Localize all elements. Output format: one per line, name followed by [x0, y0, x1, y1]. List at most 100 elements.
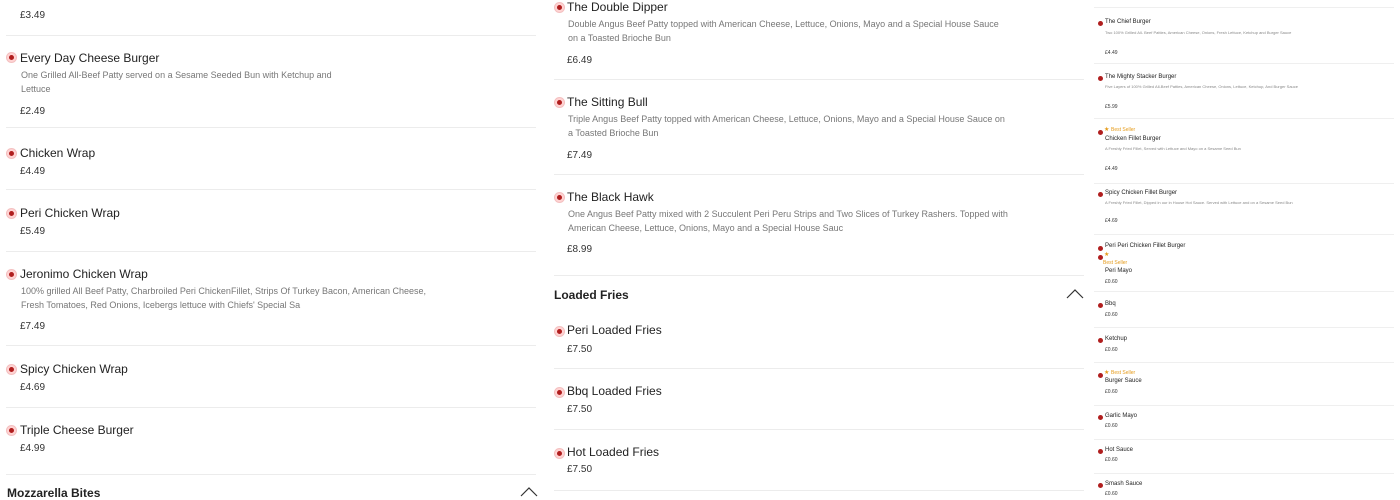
item-price: £7.50 [567, 464, 593, 475]
item-price: £3.49 [20, 10, 46, 21]
item-name: Ketchup [1105, 336, 1128, 342]
item-dot-icon [7, 426, 16, 435]
menu-item[interactable]: Ketchup £0.60 [1094, 328, 1394, 363]
menu-item[interactable]: ★ Best Seller Burger Sauce £0.60 [1094, 363, 1394, 406]
item-name: Garlic Mayo [1105, 413, 1138, 419]
item-price: £4.99 [20, 443, 46, 454]
item-dot-icon [1098, 449, 1103, 454]
item-description: A Freshly Fried Fillet, Served with Lett… [1105, 146, 1241, 151]
menu-item[interactable]: Bbq Loaded Fries £7.50 [554, 369, 1084, 430]
item-dot-icon [555, 327, 564, 336]
item-price: £0.60 [1105, 279, 1118, 285]
menu-column-left: £3.49 Every Day Cheese Burger One Grille… [0, 0, 540, 500]
item-price: £0.60 [1105, 491, 1118, 497]
item-description: Double Angus Beef Patty topped with Amer… [568, 19, 999, 43]
item-name: Peri Chicken Wrap [20, 206, 120, 220]
item-name: Peri Peri Chicken Fillet Burger [1105, 243, 1186, 249]
item-dot-icon [1098, 192, 1103, 197]
item-price: £0.60 [1105, 312, 1118, 318]
item-price: £2.49 [20, 106, 46, 117]
item-name: Spicy Chicken Fillet Burger [1105, 190, 1178, 196]
item-price: £7.50 [567, 344, 593, 355]
menu-item[interactable]: Chicken Wrap £4.49 [6, 128, 536, 190]
item-description: One Grilled All-Beef Patty served on a S… [21, 70, 332, 94]
item-price: £6.49 [567, 55, 593, 66]
chevron-up-icon[interactable] [520, 487, 538, 497]
item-name: Hot Loaded Fries [567, 445, 660, 459]
menu-item[interactable]: Spicy Chicken Fillet Burger A Freshly Fr… [1094, 184, 1394, 235]
item-name: The Chief Burger [1105, 19, 1151, 25]
menu-item[interactable]: Hot Sauce £0.60 [1094, 440, 1394, 474]
menu-item[interactable]: The Chief Burger Two 100% Grilled All- B… [1094, 8, 1394, 64]
chevron-up-icon[interactable] [1066, 289, 1084, 299]
menu-column-middle: The Double Dipper Double Angus Beef Patt… [548, 0, 1088, 500]
item-dot-icon [7, 270, 16, 279]
menu-item[interactable]: Every Day Cheese Burger One Grilled All-… [6, 36, 536, 128]
item-dot-icon [1098, 130, 1103, 135]
item-dot-icon [1098, 415, 1103, 420]
best-seller-badge: Best Seller [1111, 127, 1136, 133]
menu-item-partial[interactable]: £3.49 [6, 0, 536, 36]
item-dot-icon [7, 149, 16, 158]
item-dot-icon [1098, 21, 1103, 26]
item-price: £0.60 [1105, 457, 1118, 463]
item-price: £4.49 [20, 166, 46, 177]
item-price: £4.49 [1105, 50, 1118, 56]
item-name: Hot Sauce [1105, 447, 1134, 453]
item-dot-icon [555, 388, 564, 397]
item-price: £5.49 [20, 226, 46, 237]
item-name: Jeronimo Chicken Wrap [20, 267, 148, 281]
menu-item[interactable]: ★ Best Seller Chicken Fillet Burger A Fr… [1094, 119, 1394, 184]
menu-item-partial[interactable] [1094, 0, 1394, 8]
menu-item[interactable]: Triple Cheese Burger £4.99 [6, 408, 536, 475]
item-dot-icon [1098, 303, 1103, 308]
item-name: Triple Cheese Burger [20, 423, 134, 437]
item-dot-icon [7, 53, 16, 62]
best-seller-badge: Best Seller [1103, 260, 1128, 266]
item-name: Chicken Fillet Burger [1105, 136, 1161, 142]
item-price: £0.60 [1105, 347, 1118, 353]
menu-item[interactable]: Peri Chicken Wrap £5.49 [6, 190, 536, 252]
item-description: 100% grilled All Beef Patty, Charbroiled… [21, 286, 427, 310]
item-price: £7.49 [20, 321, 46, 332]
item-description: A Freshly Fried Fillet, Dipped in our in… [1105, 200, 1293, 205]
menu-item[interactable]: The Black Hawk One Angus Beef Patty mixe… [554, 175, 1084, 276]
menu-item[interactable]: The Sitting Bull Triple Angus Beef Patty… [554, 80, 1084, 175]
menu-item[interactable]: The Double Dipper Double Angus Beef Patt… [554, 0, 1084, 80]
menu-item[interactable]: Garlic Mayo £0.60 [1094, 406, 1394, 440]
item-dot-icon [555, 449, 564, 458]
menu-item[interactable]: Spicy Chicken Wrap £4.69 [6, 346, 536, 408]
menu-item[interactable]: Smash Sauce £0.60 [1094, 474, 1394, 500]
menu-item[interactable]: Peri Peri Chicken Fillet Burger ★ Best S… [1094, 235, 1394, 292]
section-title-loaded-fries[interactable]: Loaded Fries [554, 288, 629, 302]
item-description: Two 100% Grilled All- Beef Patties, Amer… [1105, 30, 1292, 35]
menu-item[interactable]: Jeronimo Chicken Wrap 100% grilled All B… [6, 252, 536, 346]
item-price: £4.69 [1105, 218, 1118, 224]
item-name: Bbq [1105, 301, 1116, 307]
item-name: The Black Hawk [567, 190, 654, 204]
item-dot-icon [1098, 246, 1103, 251]
item-name: The Double Dipper [567, 0, 668, 14]
item-description: Triple Angus Beef Patty topped with Amer… [568, 114, 1005, 138]
item-price: £7.49 [567, 150, 593, 161]
item-name: Smash Sauce [1105, 481, 1143, 487]
item-name: Every Day Cheese Burger [20, 51, 160, 65]
item-price: £5.99 [1105, 104, 1118, 110]
item-price: £8.99 [567, 244, 593, 255]
menu-item[interactable]: The Mighty Stacker Burger Five Layers of… [1094, 64, 1394, 119]
menu-item[interactable]: Hot Loaded Fries £7.50 [554, 430, 1084, 491]
item-price: £4.69 [20, 382, 46, 393]
item-dot-icon [555, 193, 564, 202]
item-name: The Mighty Stacker Burger [1105, 74, 1177, 80]
item-price: £0.60 [1105, 423, 1118, 429]
item-price: £0.60 [1105, 389, 1118, 395]
item-name: Burger Sauce [1105, 378, 1142, 384]
item-description: One Angus Beef Patty mixed with 2 Succul… [568, 209, 1008, 233]
item-name: The Sitting Bull [567, 95, 648, 109]
item-price: £4.49 [1105, 166, 1118, 172]
section-title-mozzarella-bites[interactable]: Mozzarella Bites [7, 486, 100, 500]
menu-item[interactable]: Bbq £0.60 [1094, 292, 1394, 328]
item-dot-icon [555, 3, 564, 12]
best-seller-badge: Best Seller [1111, 370, 1136, 376]
menu-item[interactable]: Peri Loaded Fries £7.50 [554, 308, 1084, 369]
